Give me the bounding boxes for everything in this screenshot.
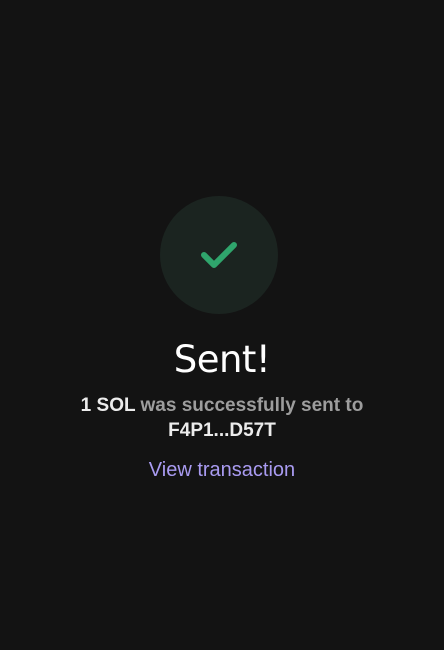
recipient-address: F4P1...D57T [168,420,276,441]
send-success-screen: Sent! 1 SOL was successfully sent to F4P… [0,0,444,650]
message-middle-text: was successfully sent to [135,395,364,416]
view-transaction-link[interactable]: View transaction [0,457,444,483]
page-title: Sent! [173,338,271,381]
checkmark-icon [201,241,237,269]
success-circle [160,196,278,314]
success-message: 1 SOL was successfully sent to F4P1...D5… [40,393,404,443]
amount-text: 1 SOL [80,395,136,416]
